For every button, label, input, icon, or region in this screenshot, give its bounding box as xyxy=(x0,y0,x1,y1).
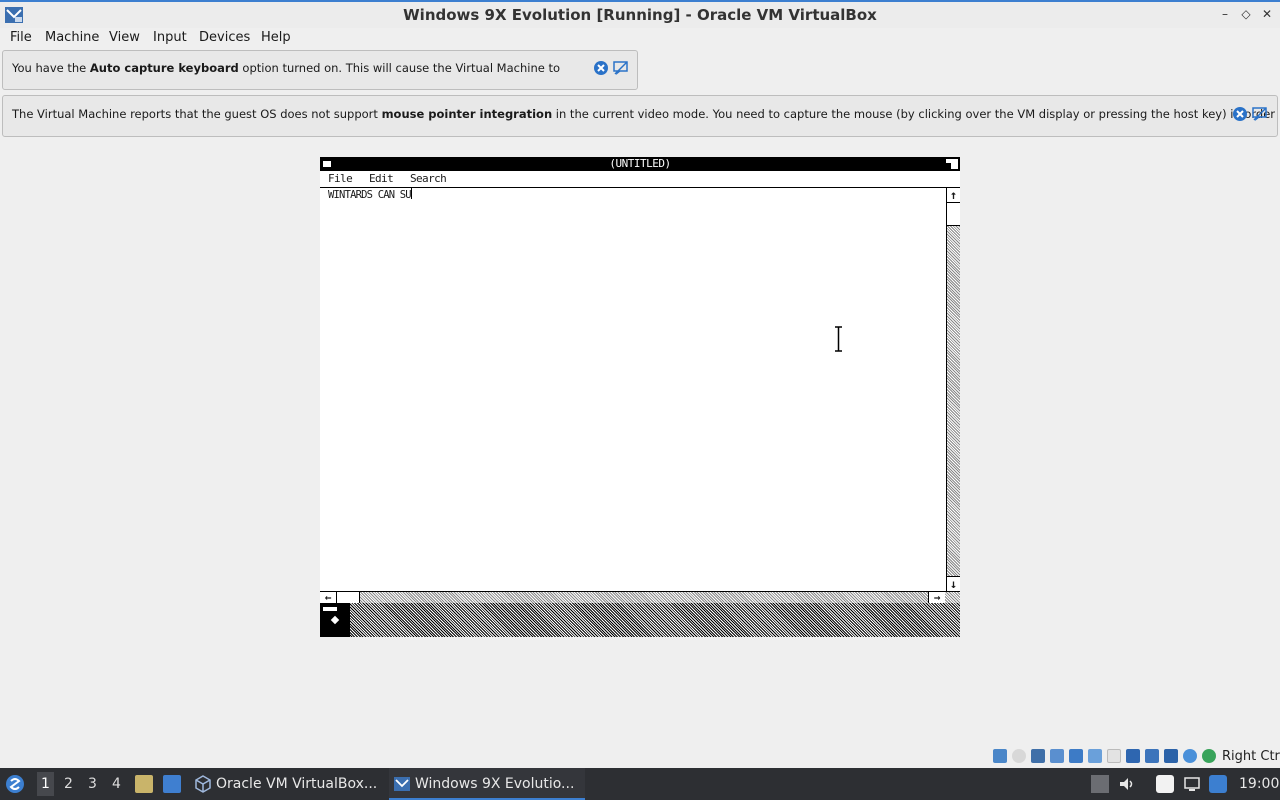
network-icon[interactable] xyxy=(1069,749,1083,763)
cpu-icon[interactable] xyxy=(1183,749,1197,763)
floppy-icon[interactable] xyxy=(1031,749,1045,763)
menu-file[interactable]: File xyxy=(10,30,32,45)
close-button[interactable]: ✕ xyxy=(1259,6,1275,22)
guest-window-titlebar: (UNTITLED) xyxy=(320,157,960,171)
notifications-icon[interactable] xyxy=(1209,775,1227,793)
guest-window-title: (UNTITLED) xyxy=(609,157,671,170)
host-key-label[interactable]: Right Ctrl xyxy=(1222,749,1280,764)
text-caret xyxy=(410,188,412,199)
hard-disk-icon[interactable] xyxy=(993,749,1007,763)
vm-display[interactable]: (UNTITLED) File Edit Search WINTARDS CAN… xyxy=(320,157,960,637)
menu-devices[interactable]: Devices xyxy=(199,30,250,45)
shared-folders-icon[interactable] xyxy=(1107,749,1121,763)
guest-menu-search[interactable]: Search xyxy=(410,172,447,185)
scroll-left-arrow-icon[interactable]: ← xyxy=(320,592,337,603)
maximize-button[interactable]: ◇ xyxy=(1238,6,1254,22)
menubar: File Machine View Input Devices Help xyxy=(0,28,1280,48)
menu-input[interactable]: Input xyxy=(153,30,187,45)
notice-text: The Virtual Machine reports that the gue… xyxy=(12,107,1276,121)
document-text-line: WINTARDS CAN SU xyxy=(328,188,412,201)
mouse-integration-notice: The Virtual Machine reports that the gue… xyxy=(2,95,1278,137)
dismiss-icon[interactable] xyxy=(593,60,609,76)
guest-menubar: File Edit Search xyxy=(320,171,960,188)
notice-text: You have the Auto capture keyboard optio… xyxy=(12,61,561,75)
guest-menu-file[interactable]: File xyxy=(328,172,353,185)
display-icon[interactable] xyxy=(1126,749,1140,763)
dismiss-icon[interactable] xyxy=(1232,106,1248,122)
guest-system-menu-icon[interactable] xyxy=(322,160,332,168)
recording-icon[interactable] xyxy=(1164,749,1178,763)
clock[interactable]: 19:00 xyxy=(1239,776,1279,792)
file-manager-icon[interactable] xyxy=(135,775,153,793)
guest-document-area[interactable]: WINTARDS CAN SU xyxy=(320,188,946,591)
network-tray-icon[interactable] xyxy=(1183,775,1201,793)
do-not-show-again-icon[interactable] xyxy=(1252,106,1268,122)
clipboard-icon[interactable] xyxy=(1156,775,1174,793)
vm-statusbar: Right Ctrl xyxy=(990,748,1280,766)
scroll-down-arrow-icon[interactable]: ↓ xyxy=(947,576,960,591)
show-desktop-icon[interactable] xyxy=(163,775,181,793)
virtualbox-icon xyxy=(195,775,211,793)
guest-vertical-scrollbar[interactable]: ↑ ↓ xyxy=(946,188,960,591)
task-label: Windows 9X Evolutio... xyxy=(415,776,575,792)
guest-menu-edit[interactable]: Edit xyxy=(369,172,394,185)
audio-icon[interactable] xyxy=(1050,749,1064,763)
start-menu-icon[interactable] xyxy=(5,774,25,794)
menu-help[interactable]: Help xyxy=(261,30,291,45)
workspace-3[interactable]: 3 xyxy=(88,776,97,792)
minimize-button[interactable]: – xyxy=(1217,6,1233,22)
task-label: Oracle VM VirtualBox... xyxy=(216,776,378,792)
guest-maximize-icon[interactable] xyxy=(946,159,958,169)
menu-view[interactable]: View xyxy=(109,30,140,45)
workspace-1[interactable]: 1 xyxy=(37,772,54,796)
usb-icon[interactable] xyxy=(1088,749,1102,763)
taskbar: 1 2 3 4 Oracle VM VirtualBox... Windows … xyxy=(0,768,1280,800)
task-virtualbox-manager[interactable]: Oracle VM VirtualBox... xyxy=(190,768,386,800)
keyboard-capture-notice: You have the Auto capture keyboard optio… xyxy=(2,50,638,90)
guest-minimized-app-icon[interactable] xyxy=(320,603,350,637)
scroll-right-arrow-icon[interactable]: → xyxy=(928,592,945,603)
tray-panel-icon[interactable] xyxy=(1091,775,1109,793)
vertical-scroll-thumb[interactable] xyxy=(947,203,960,226)
guest-horizontal-scrollbar[interactable]: ← → xyxy=(320,591,960,603)
window-titlebar: Windows 9X Evolution [Running] - Oracle … xyxy=(0,0,1280,28)
optical-drive-icon[interactable] xyxy=(1012,749,1026,763)
scroll-up-arrow-icon[interactable]: ↑ xyxy=(947,188,960,203)
workspace-4[interactable]: 4 xyxy=(112,776,121,792)
menu-machine[interactable]: Machine xyxy=(45,30,99,45)
ibeam-cursor-icon xyxy=(835,326,842,352)
video-capture-icon[interactable] xyxy=(1145,749,1159,763)
horizontal-scroll-thumb[interactable] xyxy=(337,592,360,603)
do-not-show-again-icon[interactable] xyxy=(613,60,629,76)
guest-desktop xyxy=(320,603,960,637)
vm-window-icon xyxy=(394,777,410,791)
task-vm-window[interactable]: Windows 9X Evolutio... xyxy=(389,768,585,800)
window-title: Windows 9X Evolution [Running] - Oracle … xyxy=(403,6,877,24)
mouse-integration-icon[interactable] xyxy=(1202,749,1216,763)
workspace-2[interactable]: 2 xyxy=(64,776,73,792)
volume-icon[interactable] xyxy=(1118,775,1136,793)
